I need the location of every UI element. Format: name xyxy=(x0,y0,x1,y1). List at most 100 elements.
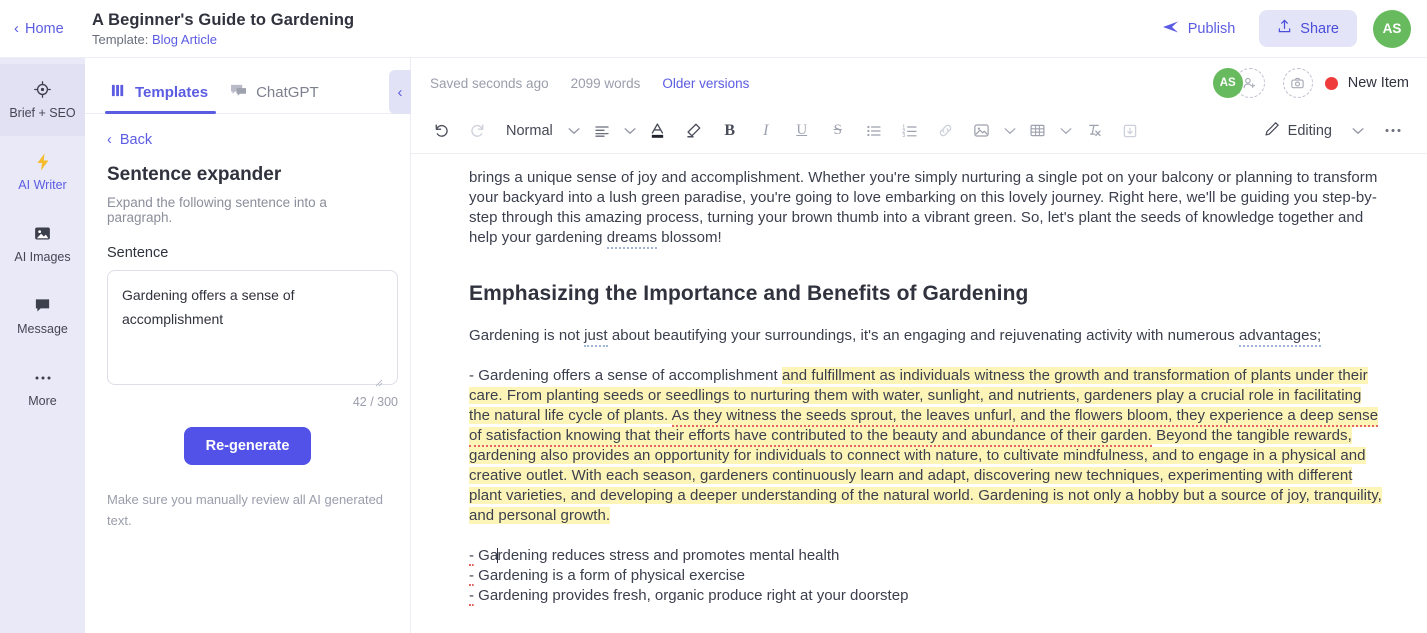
app-root: ‹ Home A Beginner's Guide to Gardening T… xyxy=(0,0,1427,633)
share-button[interactable]: Share xyxy=(1259,10,1357,47)
spellcheck-word[interactable]: dreams xyxy=(606,229,658,249)
tool-panel: Templates ChatGPT ‹ ‹ Back Sentence expa… xyxy=(85,58,411,633)
chat-bubble-icon xyxy=(34,297,51,315)
document-canvas[interactable]: brings a unique sense of joy and accompl… xyxy=(411,154,1427,633)
lead-part2: about beautifying your surroundings, it'… xyxy=(607,327,1239,344)
clear-format-icon[interactable] xyxy=(1079,116,1109,146)
tab-chatgpt[interactable]: ChatGPT xyxy=(220,83,331,113)
tab-label: ChatGPT xyxy=(256,84,319,101)
table-icon[interactable] xyxy=(1023,116,1053,146)
sidebar-label: More xyxy=(28,393,57,408)
sidebar-label: AI Writer xyxy=(18,177,67,192)
chevron-left-icon: ‹ xyxy=(397,83,403,101)
generated-paragraph: - Gardening offers a sense of accomplish… xyxy=(469,366,1385,526)
ai-disclaimer: Make sure you manually review all AI gen… xyxy=(107,492,384,528)
left-rail: Brief + SEO AI Writer AI Images Message … xyxy=(0,58,85,633)
chevron-down-icon[interactable] xyxy=(620,116,640,146)
chevron-down-icon[interactable] xyxy=(1348,116,1368,146)
template-link[interactable]: Blog Article xyxy=(152,32,217,47)
list-item: - Gardening provides fresh, organic prod… xyxy=(469,586,1385,606)
character-counter: 42 / 300 xyxy=(352,395,398,409)
word-count: 2099 words xyxy=(570,75,641,91)
sidebar-label: AI Images xyxy=(14,249,71,264)
avatar[interactable]: AS xyxy=(1373,9,1411,48)
panel-body: ‹ Back Sentence expander Expand the foll… xyxy=(85,114,410,531)
align-left-icon[interactable] xyxy=(587,116,617,146)
new-item-button[interactable]: New Item xyxy=(1324,75,1409,91)
intro-text-part2: blossom! xyxy=(657,229,722,246)
italic-icon[interactable]: I xyxy=(751,116,781,146)
list-item-text: Gardening provides fresh, organic produc… xyxy=(474,587,909,604)
back-label: Back xyxy=(119,132,153,148)
strikethrough-icon[interactable]: S xyxy=(823,116,853,146)
chevron-down-icon[interactable] xyxy=(1000,116,1020,146)
avatar[interactable]: AS xyxy=(1212,68,1243,98)
list-item-text-a: Ga xyxy=(474,547,499,564)
tab-label: Templates xyxy=(135,84,209,101)
link-icon[interactable] xyxy=(931,116,961,146)
sidebar-item-brief-seo[interactable]: Brief + SEO xyxy=(0,64,85,136)
send-icon xyxy=(1162,20,1179,38)
undo-icon[interactable] xyxy=(426,116,456,146)
chevron-down-icon[interactable] xyxy=(1056,116,1076,146)
template-prefix: Template: xyxy=(92,31,149,47)
list-item-text: Gardening is a form of physical exercise xyxy=(474,567,745,584)
text-color-icon[interactable] xyxy=(643,116,673,146)
bold-icon[interactable]: B xyxy=(715,116,745,146)
publish-button[interactable]: Publish xyxy=(1154,14,1244,44)
highlight-icon[interactable] xyxy=(679,116,709,146)
ellipsis-icon[interactable] xyxy=(1378,116,1408,146)
sidebar-item-more[interactable]: More xyxy=(0,352,85,424)
spellcheck-word[interactable]: advantages; xyxy=(1238,327,1322,347)
add-media-icon[interactable] xyxy=(1282,68,1313,98)
editor-pane: Saved seconds ago 2099 words Older versi… xyxy=(411,58,1427,633)
numbered-list-icon[interactable]: 1 2 3 xyxy=(895,116,925,146)
list-item: - Gardening reduces stress and promotes … xyxy=(469,546,1385,566)
sidebar-item-ai-writer[interactable]: AI Writer xyxy=(0,136,85,208)
lightning-icon xyxy=(36,153,50,171)
regenerate-button[interactable]: Re-generate xyxy=(183,427,312,465)
bullet-prefix-text: - Gardening offers a sense of accomplish… xyxy=(469,367,782,384)
avatar-initials: AS xyxy=(1219,77,1236,89)
tab-templates[interactable]: Templates xyxy=(101,83,220,114)
chevron-left-icon: ‹ xyxy=(107,132,112,148)
bullet-list-icon[interactable] xyxy=(859,116,889,146)
home-link[interactable]: ‹ Home xyxy=(0,21,86,37)
sidebar-item-ai-images[interactable]: AI Images xyxy=(0,208,85,280)
publish-label: Publish xyxy=(1187,20,1236,37)
top-header: ‹ Home A Beginner's Guide to Gardening T… xyxy=(0,0,1427,58)
list-item: - Gardening is a form of physical exerci… xyxy=(469,566,1385,586)
sentence-input[interactable] xyxy=(107,270,398,385)
older-versions-link[interactable]: Older versions xyxy=(662,76,749,91)
paragraph-style-select[interactable]: Normal xyxy=(498,116,561,146)
underline-icon[interactable]: U xyxy=(787,116,817,146)
saved-status: Saved seconds ago xyxy=(430,75,549,91)
ellipsis-icon xyxy=(34,369,52,387)
intro-paragraph: brings a unique sense of joy and accompl… xyxy=(469,168,1385,249)
chevron-down-icon[interactable] xyxy=(564,116,584,146)
sidebar-item-message[interactable]: Message xyxy=(0,280,85,352)
section-heading: Emphasizing the Importance and Benefits … xyxy=(469,282,1029,305)
collapse-panel-button[interactable]: ‹ xyxy=(389,70,411,114)
redo-icon[interactable] xyxy=(462,116,492,146)
image-icon[interactable] xyxy=(967,116,997,146)
editing-mode-button[interactable]: Editing xyxy=(1258,121,1338,141)
back-button[interactable]: ‹ Back xyxy=(107,132,388,148)
sentence-input-wrap xyxy=(107,270,398,390)
insert-box-icon[interactable] xyxy=(1115,116,1145,146)
lead-paragraph: Gardening is not just about beautifying … xyxy=(469,326,1385,347)
tool-title: Sentence expander xyxy=(107,164,282,185)
header-actions: Publish Share AS xyxy=(1154,9,1427,48)
home-label: Home xyxy=(25,20,64,37)
chevron-left-icon: ‹ xyxy=(14,20,19,37)
templates-icon xyxy=(111,83,126,102)
editor-status-bar: Saved seconds ago 2099 words Older versi… xyxy=(411,58,1427,108)
target-icon xyxy=(34,81,51,99)
collaborator-group: AS xyxy=(1212,68,1265,98)
spellcheck-word[interactable]: just xyxy=(584,327,608,347)
lead-part1: Gardening is not xyxy=(469,327,585,344)
new-item-label: New Item xyxy=(1347,75,1409,91)
document-titles: A Beginner's Guide to Gardening Template… xyxy=(86,11,354,47)
